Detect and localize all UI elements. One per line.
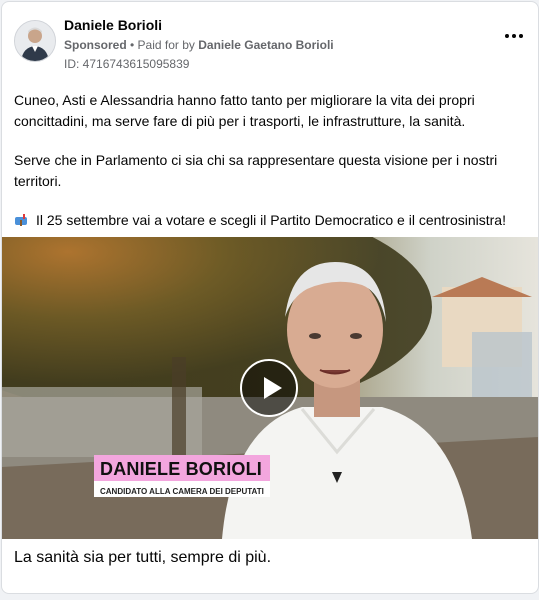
- paragraph-2: Serve che in Parlamento ci sia chi sa ra…: [14, 152, 498, 189]
- paragraph-3-text: Il 25 settembre vai a votare e scegli il…: [36, 212, 506, 228]
- paid-for-name: Daniele Gaetano Borioli: [198, 38, 334, 52]
- mailbox-icon: [15, 214, 27, 226]
- role-tag-text: CANDIDATO ALLA CAMERA DEI DEPUTATI: [100, 487, 264, 496]
- author-name[interactable]: Daniele Borioli: [64, 16, 334, 34]
- sponsored-line: Sponsored • Paid for by Daniele Gaetano …: [64, 36, 334, 54]
- ad-card: Daniele Borioli Sponsored • Paid for by …: [1, 1, 539, 594]
- video-player[interactable]: DANIELE BORIOLI CANDIDATO ALLA CAMERA DE…: [2, 237, 538, 539]
- video-caption: La sanità sia per tutti, sempre di più.: [14, 549, 272, 566]
- sponsored-label: Sponsored: [64, 38, 127, 52]
- role-tag: CANDIDATO ALLA CAMERA DEI DEPUTATI: [94, 481, 270, 497]
- post-body: Cuneo, Asti e Alessandria hanno fatto ta…: [14, 90, 520, 249]
- paragraph-1: Cuneo, Asti e Alessandria hanno fatto ta…: [14, 92, 475, 129]
- post-header: Daniele Borioli Sponsored • Paid for by …: [14, 16, 526, 72]
- play-icon[interactable]: [240, 359, 298, 417]
- name-tag: DANIELE BORIOLI: [94, 455, 271, 483]
- name-tag-text: DANIELE BORIOLI: [100, 459, 263, 479]
- paragraph-3: Il 25 settembre vai a votare e scegli il…: [14, 210, 520, 231]
- post-meta: Daniele Borioli Sponsored • Paid for by …: [64, 16, 334, 73]
- ad-id: ID: 4716743615095839: [64, 57, 190, 71]
- avatar[interactable]: [14, 20, 56, 62]
- paid-for-prefix: • Paid for by: [126, 38, 199, 52]
- more-options-icon[interactable]: [502, 24, 526, 48]
